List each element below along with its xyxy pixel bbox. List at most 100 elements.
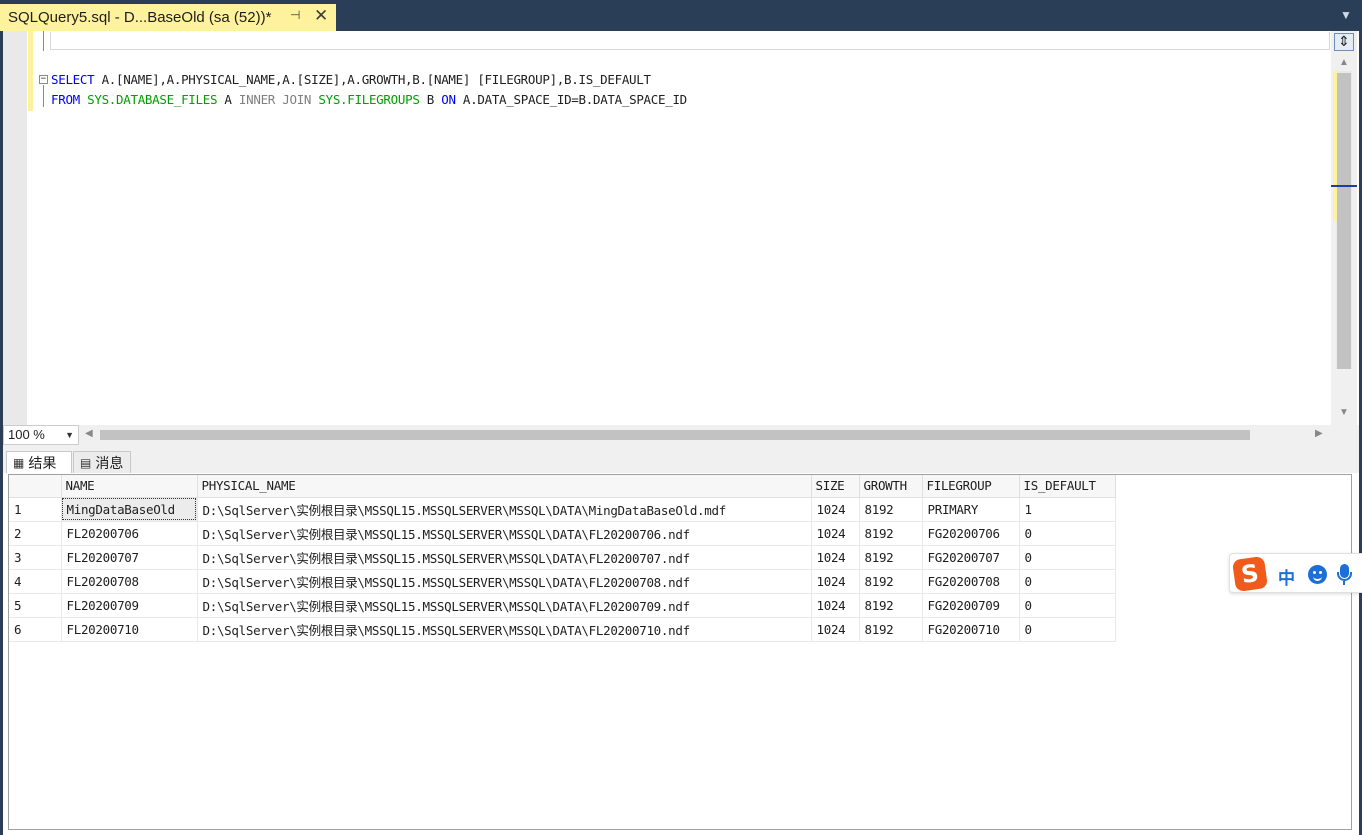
table-row[interactable]: 4 FL20200708 D:\SqlServer\实例根目录\MSSQL15.… xyxy=(9,569,1116,594)
cell-is-default[interactable]: 0 xyxy=(1019,521,1116,546)
scroll-thumb[interactable] xyxy=(1337,73,1351,369)
pin-icon[interactable]: ⊣ xyxy=(290,8,300,22)
outline-line xyxy=(43,31,44,51)
column-header-size[interactable]: SIZE xyxy=(811,475,860,498)
row-number[interactable]: 3 xyxy=(9,545,62,570)
microphone-icon-base xyxy=(1337,572,1352,581)
column-header-physical-name[interactable]: PHYSICAL_NAME xyxy=(197,475,812,498)
cell-filegroup[interactable]: FG20200706 xyxy=(922,521,1020,546)
tab-results[interactable]: ▦ 结果 xyxy=(6,451,72,473)
alias-a: A xyxy=(217,92,239,107)
emoji-icon[interactable] xyxy=(1308,565,1327,584)
zoom-and-horizontal-scroll: 100 % ▼ ◀ ▶ xyxy=(3,425,1359,445)
cell-growth[interactable]: 8192 xyxy=(859,593,923,618)
editor-vertical-scrollbar[interactable]: ⇕ ▲ ▼ xyxy=(1331,31,1357,426)
table-row[interactable]: 2 FL20200706 D:\SqlServer\实例根目录\MSSQL15.… xyxy=(9,521,1116,546)
document-tab-strip: SQLQuery5.sql - D...BaseOld (sa (52))* ⊣… xyxy=(0,0,1362,32)
cell-growth[interactable]: 8192 xyxy=(859,617,923,642)
split-view-icon[interactable]: ⇕ xyxy=(1334,33,1354,51)
query-editor[interactable]: − SELECT A.[NAME],A.PHYSICAL_NAME,A.[SIZ… xyxy=(3,31,1359,445)
close-icon[interactable]: ✕ xyxy=(314,6,328,26)
results-tab-bar: ▦ 结果 ▤ 消息 xyxy=(3,445,1359,473)
column-header-growth[interactable]: GROWTH xyxy=(859,475,923,498)
cell-physical-name[interactable]: D:\SqlServer\实例根目录\MSSQL15.MSSQLSERVER\M… xyxy=(197,617,812,642)
row-number[interactable]: 2 xyxy=(9,521,62,546)
cell-growth[interactable]: 8192 xyxy=(859,521,923,546)
collapse-icon[interactable]: − xyxy=(39,75,48,84)
results-pane: ▦ 结果 ▤ 消息 NAME PHYSICAL_NAME SIZE GROWTH… xyxy=(3,445,1359,835)
table-row[interactable]: 1 MingDataBaseOld D:\SqlServer\实例根目录\MSS… xyxy=(9,497,1116,522)
cell-name[interactable]: MingDataBaseOld xyxy=(61,497,198,522)
cell-growth[interactable]: 8192 xyxy=(859,497,923,522)
sogou-logo-icon[interactable]: S xyxy=(1231,555,1269,593)
cell-is-default[interactable]: 0 xyxy=(1019,617,1116,642)
code-line-2[interactable]: FROM SYS.DATABASE_FILES A INNER JOIN SYS… xyxy=(51,92,687,107)
cell-filegroup[interactable]: FG20200710 xyxy=(922,617,1020,642)
results-grid[interactable]: NAME PHYSICAL_NAME SIZE GROWTH FILEGROUP… xyxy=(8,474,1352,830)
cell-name[interactable]: FL20200709 xyxy=(61,593,198,618)
cell-name[interactable]: FL20200710 xyxy=(61,617,198,642)
cell-physical-name[interactable]: D:\SqlServer\实例根目录\MSSQL15.MSSQLSERVER\M… xyxy=(197,521,812,546)
cell-size[interactable]: 1024 xyxy=(811,593,860,618)
cell-size[interactable]: 1024 xyxy=(811,521,860,546)
cell-size[interactable]: 1024 xyxy=(811,617,860,642)
column-header-name[interactable]: NAME xyxy=(61,475,198,498)
cell-filegroup[interactable]: FG20200709 xyxy=(922,593,1020,618)
cell-filegroup[interactable]: FG20200708 xyxy=(922,569,1020,594)
table-row[interactable]: 6 FL20200710 D:\SqlServer\实例根目录\MSSQL15.… xyxy=(9,617,1116,642)
cell-size[interactable]: 1024 xyxy=(811,497,860,522)
cell-physical-name[interactable]: D:\SqlServer\实例根目录\MSSQL15.MSSQLSERVER\M… xyxy=(197,593,812,618)
join-condition: A.DATA_SPACE_ID=B.DATA_SPACE_ID xyxy=(455,92,687,107)
column-header-is-default[interactable]: IS_DEFAULT xyxy=(1019,475,1116,498)
caret-position-marker xyxy=(1331,185,1357,187)
cell-size[interactable]: 1024 xyxy=(811,569,860,594)
row-number[interactable]: 6 xyxy=(9,617,62,642)
tab-list-dropdown-icon[interactable]: ▼ xyxy=(1340,8,1352,22)
keyword-from: FROM xyxy=(51,92,80,107)
row-number[interactable]: 4 xyxy=(9,569,62,594)
document-tab[interactable]: SQLQuery5.sql - D...BaseOld (sa (52))* ⊣… xyxy=(0,4,336,31)
results-table: NAME PHYSICAL_NAME SIZE GROWTH FILEGROUP… xyxy=(9,475,1116,642)
table-row[interactable]: 5 FL20200709 D:\SqlServer\实例根目录\MSSQL15.… xyxy=(9,593,1116,618)
cell-is-default[interactable]: 1 xyxy=(1019,497,1116,522)
cell-growth[interactable]: 8192 xyxy=(859,569,923,594)
header-row: NAME PHYSICAL_NAME SIZE GROWTH FILEGROUP… xyxy=(9,475,1116,498)
horizontal-scroll-thumb[interactable] xyxy=(100,430,1250,440)
current-line-highlight xyxy=(50,32,1330,50)
scroll-left-icon[interactable]: ◀ xyxy=(85,428,93,439)
cell-filegroup[interactable]: PRIMARY xyxy=(922,497,1020,522)
ime-toolbar[interactable]: S 中 xyxy=(1229,553,1362,593)
cell-name[interactable]: FL20200707 xyxy=(61,545,198,570)
scroll-down-icon[interactable]: ▼ xyxy=(1339,407,1349,418)
cell-physical-name[interactable]: D:\SqlServer\实例根目录\MSSQL15.MSSQLSERVER\M… xyxy=(197,569,812,594)
code-line-1[interactable]: SELECT A.[NAME],A.PHYSICAL_NAME,A.[SIZE]… xyxy=(51,72,651,87)
scroll-right-icon[interactable]: ▶ xyxy=(1315,428,1323,439)
zoom-value: 100 % xyxy=(8,427,45,442)
chevron-down-icon[interactable]: ▼ xyxy=(65,426,74,444)
row-number[interactable]: 5 xyxy=(9,593,62,618)
cell-physical-name[interactable]: D:\SqlServer\实例根目录\MSSQL15.MSSQLSERVER\M… xyxy=(197,497,812,522)
cell-physical-name[interactable]: D:\SqlServer\实例根目录\MSSQL15.MSSQLSERVER\M… xyxy=(197,545,812,570)
table-row[interactable]: 3 FL20200707 D:\SqlServer\实例根目录\MSSQL15.… xyxy=(9,545,1116,570)
cell-size[interactable]: 1024 xyxy=(811,545,860,570)
zoom-select[interactable]: 100 % ▼ xyxy=(3,425,79,445)
cell-name[interactable]: FL20200708 xyxy=(61,569,198,594)
row-number[interactable]: 1 xyxy=(9,497,62,522)
tab-messages[interactable]: ▤ 消息 xyxy=(73,451,131,473)
cell-is-default[interactable]: 0 xyxy=(1019,593,1116,618)
cell-is-default[interactable]: 0 xyxy=(1019,569,1116,594)
tab-results-label: 结果 xyxy=(28,454,57,471)
cell-name[interactable]: FL20200706 xyxy=(61,521,198,546)
table-database-files: SYS.DATABASE_FILES xyxy=(79,92,218,107)
messages-icon: ▤ xyxy=(80,455,92,470)
column-header-filegroup[interactable]: FILEGROUP xyxy=(922,475,1020,498)
cell-filegroup[interactable]: FG20200707 xyxy=(922,545,1020,570)
cell-is-default[interactable]: 0 xyxy=(1019,545,1116,570)
grid-icon: ▦ xyxy=(13,455,25,470)
cell-growth[interactable]: 8192 xyxy=(859,545,923,570)
scroll-up-icon[interactable]: ▲ xyxy=(1339,57,1349,68)
ime-mode-toggle[interactable]: 中 xyxy=(1278,564,1295,589)
row-number-header[interactable] xyxy=(9,475,62,498)
document-tab-title[interactable]: SQLQuery5.sql - D...BaseOld (sa (52))* xyxy=(8,9,271,26)
keyword-select: SELECT xyxy=(51,72,95,87)
